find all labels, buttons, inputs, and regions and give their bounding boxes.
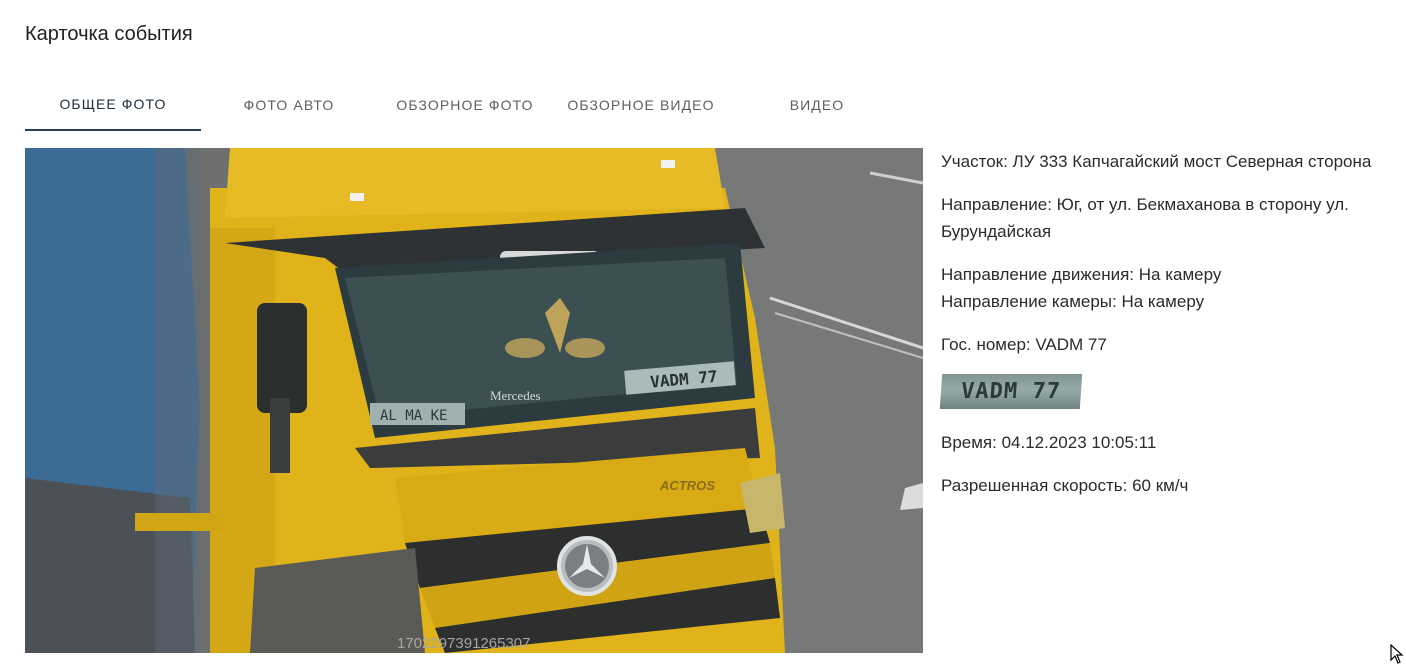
movement-direction: Направление движения: На камеру bbox=[941, 265, 1222, 284]
plate-crop-image: VADM 77 bbox=[939, 374, 1083, 409]
direction-info: Направление: Юг, от ул. Бекмаханова в ст… bbox=[941, 195, 1349, 241]
page-title: Карточка события bbox=[25, 23, 193, 45]
camera-direction: Направление камеры: На камеру bbox=[941, 292, 1205, 311]
event-info-panel: Участок: ЛУ 333 Капчагайский мост Северн… bbox=[939, 148, 1386, 515]
lower-plate-text: AL MA KE bbox=[380, 408, 447, 424]
tab-overview-video[interactable]: ОБЗОРНОЕ ВИДЕО bbox=[553, 78, 729, 131]
section-info: Участок: ЛУ 333 Капчагайский мост Северн… bbox=[941, 152, 1372, 171]
speed-limit: Разрешенная скорость: 60 км/ч bbox=[941, 476, 1189, 495]
movement-info: Направление движения: На камеру Направле… bbox=[941, 261, 1386, 315]
truck-photo-image: VADM 77 Mercedes AL MA KE ACTROS 1702297… bbox=[25, 148, 923, 653]
timestamp-overlay: 1702297391265307 bbox=[397, 635, 530, 652]
event-photo[interactable]: VADM 77 Mercedes AL MA KE ACTROS 1702297… bbox=[25, 148, 923, 653]
event-card: Карточка события ОБЩЕЕ ФОТО ФОТО АВТО ОБ… bbox=[0, 0, 1406, 665]
tab-video[interactable]: ВИДЕО bbox=[729, 78, 905, 131]
plate-number: Гос. номер: VADM 77 bbox=[941, 335, 1107, 354]
brand-text: Mercedes bbox=[490, 388, 541, 403]
tab-overview-photo[interactable]: ОБЗОРНОЕ ФОТО bbox=[377, 78, 553, 131]
tab-car-photo[interactable]: ФОТО АВТО bbox=[201, 78, 377, 131]
model-text: ACTROS bbox=[659, 478, 715, 493]
mouse-cursor-icon bbox=[1390, 644, 1404, 664]
tab-general-photo[interactable]: ОБЩЕЕ ФОТО bbox=[25, 78, 201, 131]
tab-bar: ОБЩЕЕ ФОТО ФОТО АВТО ОБЗОРНОЕ ФОТО ОБЗОР… bbox=[25, 78, 905, 131]
event-time: Время: 04.12.2023 10:05:11 bbox=[941, 433, 1157, 452]
